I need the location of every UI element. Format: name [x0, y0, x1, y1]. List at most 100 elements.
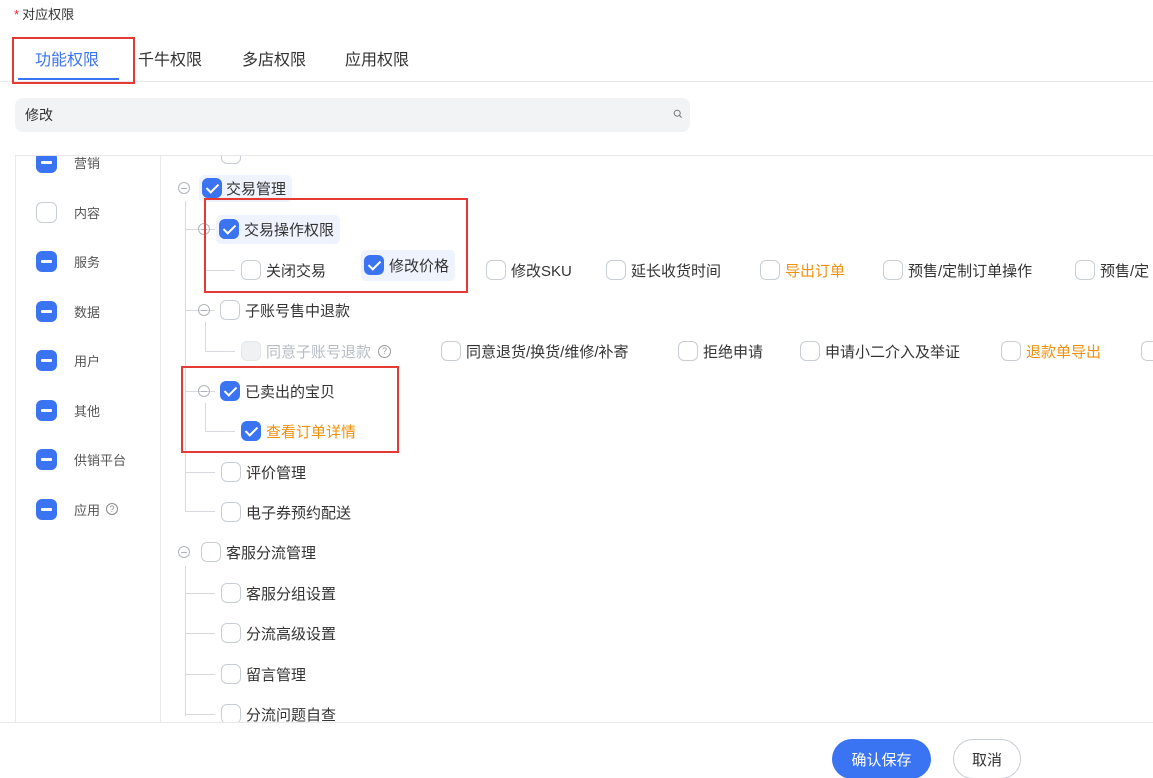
tree-line [185, 714, 215, 715]
tree-line [205, 270, 235, 271]
confirm-save-button[interactable]: 确认保存 [832, 739, 931, 778]
tree-node-trade-mgmt[interactable]: 交易管理 [178, 174, 293, 202]
category-item-user[interactable]: 用户 [36, 349, 100, 371]
checkbox[interactable] [221, 583, 241, 603]
perm-extend-receipt[interactable]: 延长收货时间 [606, 257, 721, 283]
checkbox[interactable] [221, 623, 241, 643]
checkbox[interactable] [606, 260, 626, 280]
checkbox[interactable] [760, 260, 780, 280]
perm-cs-group-settings[interactable]: 客服分组设置 [221, 580, 336, 606]
node-label: 延长收货时间 [631, 262, 722, 280]
tree-node-sold-items[interactable]: 已卖出的宝贝 [198, 378, 335, 404]
perm-request-arbitration[interactable]: 申请小二介入及举证 [800, 338, 960, 364]
category-item-app[interactable]: 应用 ? [36, 498, 119, 520]
collapse-icon[interactable] [178, 182, 190, 194]
perm-modify-price[interactable]: 修改价格 [361, 249, 456, 281]
tree-node-sub-refund[interactable]: 子账号售中退款 [198, 297, 350, 323]
node-label: 查看订单详情 [266, 423, 357, 441]
tree-line [205, 351, 235, 352]
category-item-data[interactable]: 数据 [36, 300, 100, 322]
tab-function-permission[interactable]: 功能权限 [35, 46, 99, 70]
perm-presale-ops[interactable]: 预售/定制订单操作 [883, 257, 1032, 283]
tree-line [205, 431, 235, 432]
checkbox[interactable] [883, 260, 903, 280]
checkbox[interactable] [220, 300, 240, 320]
tree-node-ecoupon[interactable]: 电子券预约配送 [221, 499, 351, 525]
dialog-footer: 确认保存 取消 [0, 722, 1153, 778]
tree-line [185, 633, 215, 634]
tree-node-trade-ops[interactable]: 交易操作权限 [198, 214, 341, 244]
checkbox[interactable] [220, 381, 240, 401]
node-label: 交易管理 [226, 180, 287, 198]
checkbox[interactable] [221, 704, 241, 722]
indeterminate-checkbox[interactable] [36, 250, 57, 272]
help-icon[interactable]: ? [106, 503, 119, 515]
checkbox[interactable] [241, 421, 261, 441]
category-item-marketing[interactable]: 营销 [36, 156, 100, 173]
active-tab-indicator [18, 78, 119, 80]
perm-approve-return[interactable]: 同意退货/换货/维修/补寄 [441, 338, 629, 364]
category-item-other[interactable]: 其他 [36, 399, 100, 421]
indeterminate-checkbox[interactable] [36, 498, 57, 520]
tree-line [185, 201, 186, 511]
category-item-service[interactable]: 服务 [36, 250, 100, 272]
perm-message-mgmt[interactable]: 留言管理 [221, 661, 306, 687]
node-label: 拒绝申请 [703, 343, 764, 361]
perm-modify-sku[interactable]: 修改SKU [486, 257, 572, 283]
perm-routing-selfcheck[interactable]: 分流问题自查 [221, 701, 336, 722]
perm-export-refunds[interactable]: 退款单导出 [1001, 338, 1101, 364]
checkbox[interactable] [441, 341, 461, 361]
permission-search [15, 98, 690, 132]
perm-presale-ops-2[interactable]: 预售/定 [1075, 257, 1149, 283]
checkbox[interactable] [221, 502, 241, 522]
tree-node-cs-routing[interactable]: 客服分流管理 [178, 539, 316, 565]
checkbox[interactable] [221, 462, 241, 482]
checkbox[interactable] [219, 219, 239, 239]
category-item-content[interactable]: 内容 [36, 201, 100, 223]
checkbox[interactable] [1001, 341, 1021, 361]
collapse-icon[interactable] [198, 385, 210, 397]
node-label: 退款单导出 [1026, 343, 1102, 361]
node-label: 分流高级设置 [246, 625, 337, 643]
indeterminate-checkbox[interactable] [36, 448, 57, 470]
checkbox[interactable] [1075, 260, 1095, 280]
checkbox[interactable] [486, 260, 506, 280]
checkbox[interactable] [364, 255, 384, 275]
checkbox[interactable] [202, 178, 222, 198]
indeterminate-checkbox[interactable] [36, 399, 57, 421]
checkbox[interactable] [800, 341, 820, 361]
help-icon[interactable]: ? [378, 344, 392, 358]
indeterminate-checkbox[interactable] [36, 349, 57, 371]
indeterminate-checkbox[interactable] [36, 300, 57, 322]
checkbox[interactable] [678, 341, 698, 361]
perm-routing-advanced[interactable]: 分流高级设置 [221, 620, 336, 646]
collapse-icon[interactable] [178, 546, 190, 558]
tab-app-permission[interactable]: 应用权限 [345, 46, 409, 70]
perm-close-trade[interactable]: 关闭交易 [241, 257, 326, 283]
checkbox[interactable] [36, 201, 57, 223]
collapse-icon[interactable] [198, 223, 210, 235]
checkbox[interactable] [221, 664, 241, 684]
section-label-text: 对应权限 [22, 7, 75, 22]
perm-reject-request[interactable]: 拒绝申请 [678, 338, 763, 364]
checkbox[interactable] [1141, 341, 1153, 361]
collapse-icon[interactable] [198, 304, 210, 316]
search-icon[interactable] [673, 109, 683, 119]
perm-export-orders[interactable]: 导出订单 [760, 257, 845, 283]
cancel-button[interactable]: 取消 [953, 739, 1021, 778]
perm-approve-sub-refund: 同意子账号退款 ? [241, 338, 392, 364]
node-label: 申请小二介入及举证 [825, 343, 961, 361]
perm-view-order-detail[interactable]: 查看订单详情 [241, 418, 356, 444]
tree-node-review-mgmt[interactable]: 评价管理 [221, 459, 306, 485]
checkbox[interactable] [241, 260, 261, 280]
indeterminate-checkbox[interactable] [36, 156, 57, 173]
checkbox[interactable] [221, 156, 241, 164]
tree-line [185, 674, 215, 675]
category-item-supply-platform[interactable]: 供销平台 [36, 448, 126, 470]
tab-multistore-permission[interactable]: 多店权限 [242, 46, 306, 70]
node-label: 预售/定制订单操作 [908, 262, 1033, 280]
search-input[interactable] [25, 98, 645, 132]
tab-qianniu-permission[interactable]: 千牛权限 [138, 46, 202, 70]
checkbox[interactable] [201, 542, 221, 562]
category-label: 其他 [74, 403, 101, 419]
